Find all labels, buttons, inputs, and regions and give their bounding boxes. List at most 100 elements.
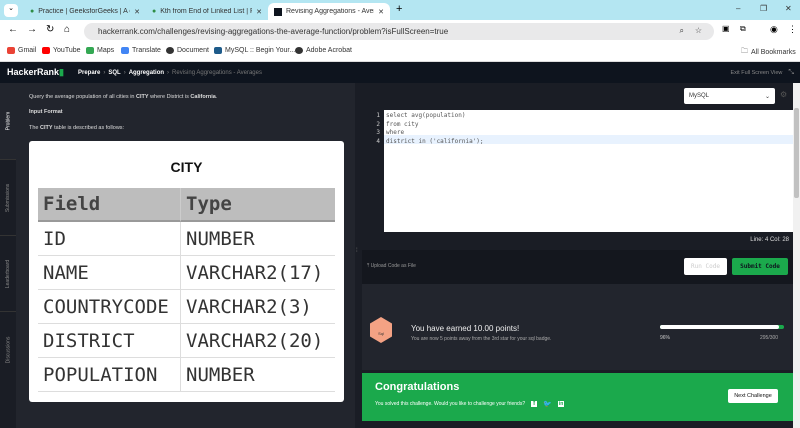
hackerrank-icon [274,7,282,16]
tab-title: Revising Aggregations - Averag [286,8,375,15]
line-number: 1 [376,112,380,119]
panel-resizer[interactable]: ⁞ [355,83,362,428]
bookmark-label: Document [177,47,209,54]
next-challenge-button[interactable]: Next Challenge [728,389,778,403]
table-header-field: Field [38,188,180,222]
code-editor[interactable] [384,110,793,232]
settings-icon[interactable]: ⚙ [780,90,787,99]
collapse-icon[interactable]: ⤡ [788,69,794,77]
close-icon[interactable]: ✕ [378,8,384,16]
close-icon[interactable]: ✕ [256,8,262,16]
bookmark-label: Adobe Acrobat [306,47,352,54]
media-icon[interactable]: ▣ [722,24,730,33]
gfg-icon: ● [30,8,35,15]
table-cell-field: NAME [38,256,180,290]
line-number: 3 [376,129,380,137]
congrats-subtext: You solved this challenge. Would you lik… [375,400,565,408]
breadcrumb-prepare[interactable]: Prepare [78,70,100,76]
bookmark-maps[interactable]: Maps [86,47,114,54]
url-text: hackerrank.com/challenges/revising-aggre… [98,27,449,36]
gfg-icon: ● [152,8,157,15]
table-cell-field: ID [38,222,180,256]
browser-tab[interactable]: ● Practice | GeeksforGeeks | A co ✕ [24,3,146,20]
youtube-icon [42,47,50,54]
folder-icon: 🗀 [741,48,748,55]
breadcrumb-aggregation[interactable]: Aggregation [129,70,164,76]
star-icon[interactable]: ☆ [695,26,702,35]
table-header-type: Type [180,188,335,222]
code-line[interactable]: from city [386,121,419,128]
bookmark-adobe[interactable]: Adobe Acrobat [295,47,352,54]
menu-icon[interactable]: ⋮ [788,24,797,35]
sql-badge-icon: Sql [370,317,392,343]
code-line[interactable]: where [386,129,404,136]
browser-tab-active[interactable]: Revising Aggregations - Averag ✕ [268,3,390,20]
minimize-icon[interactable]: – [736,4,740,13]
hackerrank-logo[interactable]: HackerRank▮ [7,67,64,78]
bookmark-translate[interactable]: Translate [121,47,161,54]
input-format-heading: Input Format [29,109,63,115]
gmail-icon [7,47,15,54]
progress-score: 295/300 [760,335,779,341]
code-line[interactable]: select avg(population) [386,112,465,119]
browser-tab-bar: ⌄ ● Practice | GeeksforGeeks | A co ✕ ● Kth… [0,0,800,20]
submit-code-button[interactable]: Submit Code [732,258,788,275]
restore-icon[interactable]: ❐ [760,4,767,13]
breadcrumb-sql[interactable]: SQL [108,70,120,76]
upload-code-link[interactable]: ⤒ Upload Code as File [367,263,416,269]
back-icon[interactable]: ← [8,24,18,35]
side-tab-problem[interactable]: Problem [0,83,16,159]
exit-fullscreen-link[interactable]: Exit Full Screen View [731,70,783,76]
bookmark-label: YouTube [53,47,81,54]
profile-avatar[interactable]: ◉ [770,24,778,35]
new-tab-icon[interactable]: + [396,3,402,15]
congratulations-banner: Congratulations You solved this challeng… [362,373,793,421]
breadcrumb-current: Revising Aggregations - Averages [172,69,262,76]
points-subtext: You are now 5 points away from the 3rd s… [411,336,552,342]
tab-title: Practice | GeeksforGeeks | A co [38,8,131,15]
bookmark-label: All Bookmarks [751,49,796,56]
bookmark-gmail[interactable]: Gmail [7,47,36,54]
bookmark-mysql[interactable]: MySQL :: Begin Your... [214,47,295,54]
table-title: CITY [170,159,203,175]
all-bookmarks[interactable]: 🗀 All Bookmarks [741,47,796,58]
side-tab-discussions[interactable]: Discussions [0,311,16,387]
congrats-title: Congratulations [375,381,460,393]
table-cell-type: NUMBER [180,358,335,392]
linkedin-icon[interactable]: in [557,401,565,407]
url-input[interactable]: hackerrank.com/challenges/revising-aggre… [84,23,714,40]
city-table-image: CITY Field Type ID NUMBER NAME VARCHAR2(17)… [29,141,344,402]
side-tab-submissions[interactable]: Submissions [0,159,16,235]
facebook-icon[interactable]: f [531,401,538,407]
translate-icon [121,47,129,54]
code-line[interactable]: district in ('california'); [386,138,484,145]
table-cell-field: DISTRICT [38,324,180,358]
progress-bar [660,325,784,329]
run-code-button[interactable]: Run Code [684,258,727,275]
table-description: The CITY table is described as follows: [29,125,125,131]
tab-search-button[interactable]: ⌄ [4,4,18,17]
side-tab-leaderboard[interactable]: Leaderboard [0,235,16,311]
table-cell-type: VARCHAR2(20) [180,324,335,358]
twitter-icon[interactable]: 🐦 [543,400,552,408]
bookmark-label: Translate [132,47,161,54]
globe-icon [166,47,174,54]
cursor-status: Line: 4 Col: 28 [750,237,789,243]
bookmark-document[interactable]: Document [166,47,209,54]
home-icon[interactable]: ⌂ [64,24,70,35]
close-icon[interactable]: ✕ [134,8,140,16]
reload-icon[interactable]: ↻ [46,24,54,35]
line-number: 2 [376,120,380,128]
browser-tab[interactable]: ● Kth from End of Linked List | Pr ✕ [146,3,268,20]
language-select[interactable]: MySQL ⌄ [684,88,775,104]
bookmark-label: Gmail [18,47,37,54]
mysql-icon [214,47,222,54]
extensions-icon[interactable]: ⧉ [740,24,746,34]
zoom-icon[interactable]: ⌕ [680,26,684,36]
scrollbar[interactable] [793,83,800,428]
forward-icon[interactable]: → [27,24,37,35]
table-cell-type: VARCHAR2(3) [180,290,335,324]
bookmark-label: Maps [97,47,115,54]
bookmark-youtube[interactable]: YouTube [42,47,81,54]
close-window-icon[interactable]: ✕ [785,4,792,13]
